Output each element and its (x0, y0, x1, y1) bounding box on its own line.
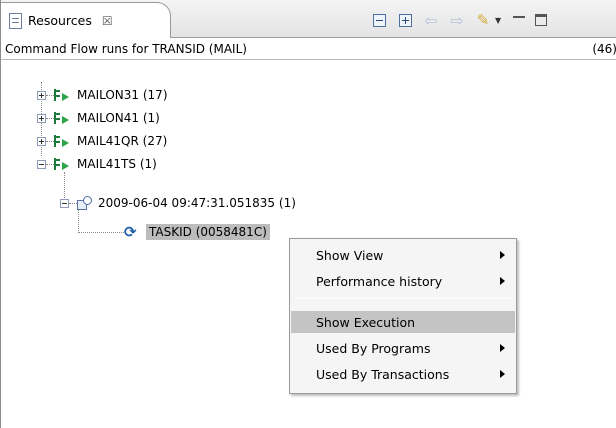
tree-node-label: 2009-06-04 09:47:31.051835 (1) (98, 196, 296, 210)
minimize-icon[interactable] (513, 15, 526, 19)
tree-connector (78, 231, 124, 233)
tree-node-label: MAILON31 (17) (77, 88, 168, 102)
submenu-arrow-icon (500, 251, 505, 259)
menu-item-label: Show View (316, 247, 384, 263)
expand-icon[interactable] (37, 113, 46, 123)
collapse-all-icon (372, 13, 386, 27)
resources-view-icon (9, 12, 22, 29)
collapse-all-button[interactable] (371, 12, 387, 28)
tree-node[interactable]: MAIL41QR (27) (37, 132, 167, 150)
menu-item-used-by-programs[interactable]: Used By Programs (291, 337, 515, 359)
tree-connector (46, 163, 54, 165)
resources-tab[interactable]: Resources ☒ (1, 2, 171, 38)
menu-item-performance-history[interactable]: Performance history (291, 270, 515, 292)
view-toolbar: ⇦ ⇨ ✎ ▼ (371, 10, 548, 30)
tab-label: Resources (28, 13, 92, 28)
context-menu: Show View Performance history Show Execu… (289, 238, 517, 394)
tree-node-label: MAIL41QR (27) (77, 134, 168, 148)
tree-node-label: MAIL41TS (1) (77, 157, 157, 171)
tree-connector (46, 140, 54, 142)
tree-node[interactable]: MAILON31 (17) (37, 86, 168, 104)
back-icon[interactable]: ⇦ (423, 11, 439, 30)
collapse-icon[interactable] (60, 198, 69, 208)
tree-node-label: TASKID (0058481C) (146, 224, 270, 240)
tree-node[interactable]: MAILON41 (1) (37, 109, 160, 127)
tree-node[interactable]: MAIL41TS (1) (37, 155, 157, 173)
menu-item-label: Performance history (316, 273, 443, 289)
expand-all-button[interactable] (397, 12, 413, 28)
view-header: Command Flow runs for TRANSID (MAIL) (46… (1, 38, 616, 60)
submenu-arrow-icon (500, 344, 505, 352)
close-icon[interactable]: ☒ (102, 14, 113, 28)
command-flow-icon (54, 134, 70, 148)
command-flow-icon (54, 157, 70, 171)
menu-item-label: Used By Programs (316, 340, 431, 356)
expand-icon[interactable] (37, 90, 46, 100)
tree-connector (46, 94, 54, 96)
menu-item-used-by-transactions[interactable]: Used By Transactions (291, 363, 515, 385)
expand-icon[interactable] (37, 136, 46, 146)
command-flow-icon (54, 88, 70, 102)
menu-item-label: Show Execution (316, 314, 416, 330)
run-timestamp-icon (77, 195, 93, 211)
run-count: (46) (592, 42, 616, 56)
maximize-icon[interactable] (535, 14, 548, 26)
view-tab-bar: Resources ☒ ⇦ ⇨ ✎ ▼ (1, 0, 616, 38)
expand-all-icon (398, 13, 412, 27)
tree-connector (46, 117, 54, 119)
collapse-icon[interactable] (37, 159, 46, 169)
tree-connector (69, 202, 77, 204)
menu-item-show-view[interactable]: Show View (291, 244, 515, 266)
menu-separator (294, 298, 512, 299)
menu-item-show-execution[interactable]: Show Execution (291, 311, 515, 333)
tree-node-selected[interactable]: ⟳ TASKID (0058481C) (78, 223, 270, 241)
page-title: Command Flow runs for TRANSID (MAIL) (5, 41, 247, 56)
tree-node[interactable]: 2009-06-04 09:47:31.051835 (1) (60, 194, 296, 212)
task-refresh-icon: ⟳ (124, 223, 137, 241)
command-flow-icon (54, 111, 70, 125)
forward-icon[interactable]: ⇨ (449, 11, 465, 30)
tree-node-label: MAILON41 (1) (77, 111, 160, 125)
submenu-arrow-icon (500, 370, 505, 378)
view-menu-icon[interactable]: ▼ (495, 16, 501, 25)
resources-view: Resources ☒ ⇦ ⇨ ✎ ▼ Command Flow runs fo… (0, 0, 616, 428)
menu-item-label: Used By Transactions (316, 366, 450, 382)
filter-icon[interactable]: ✎ (475, 11, 491, 29)
submenu-arrow-icon (500, 277, 505, 285)
